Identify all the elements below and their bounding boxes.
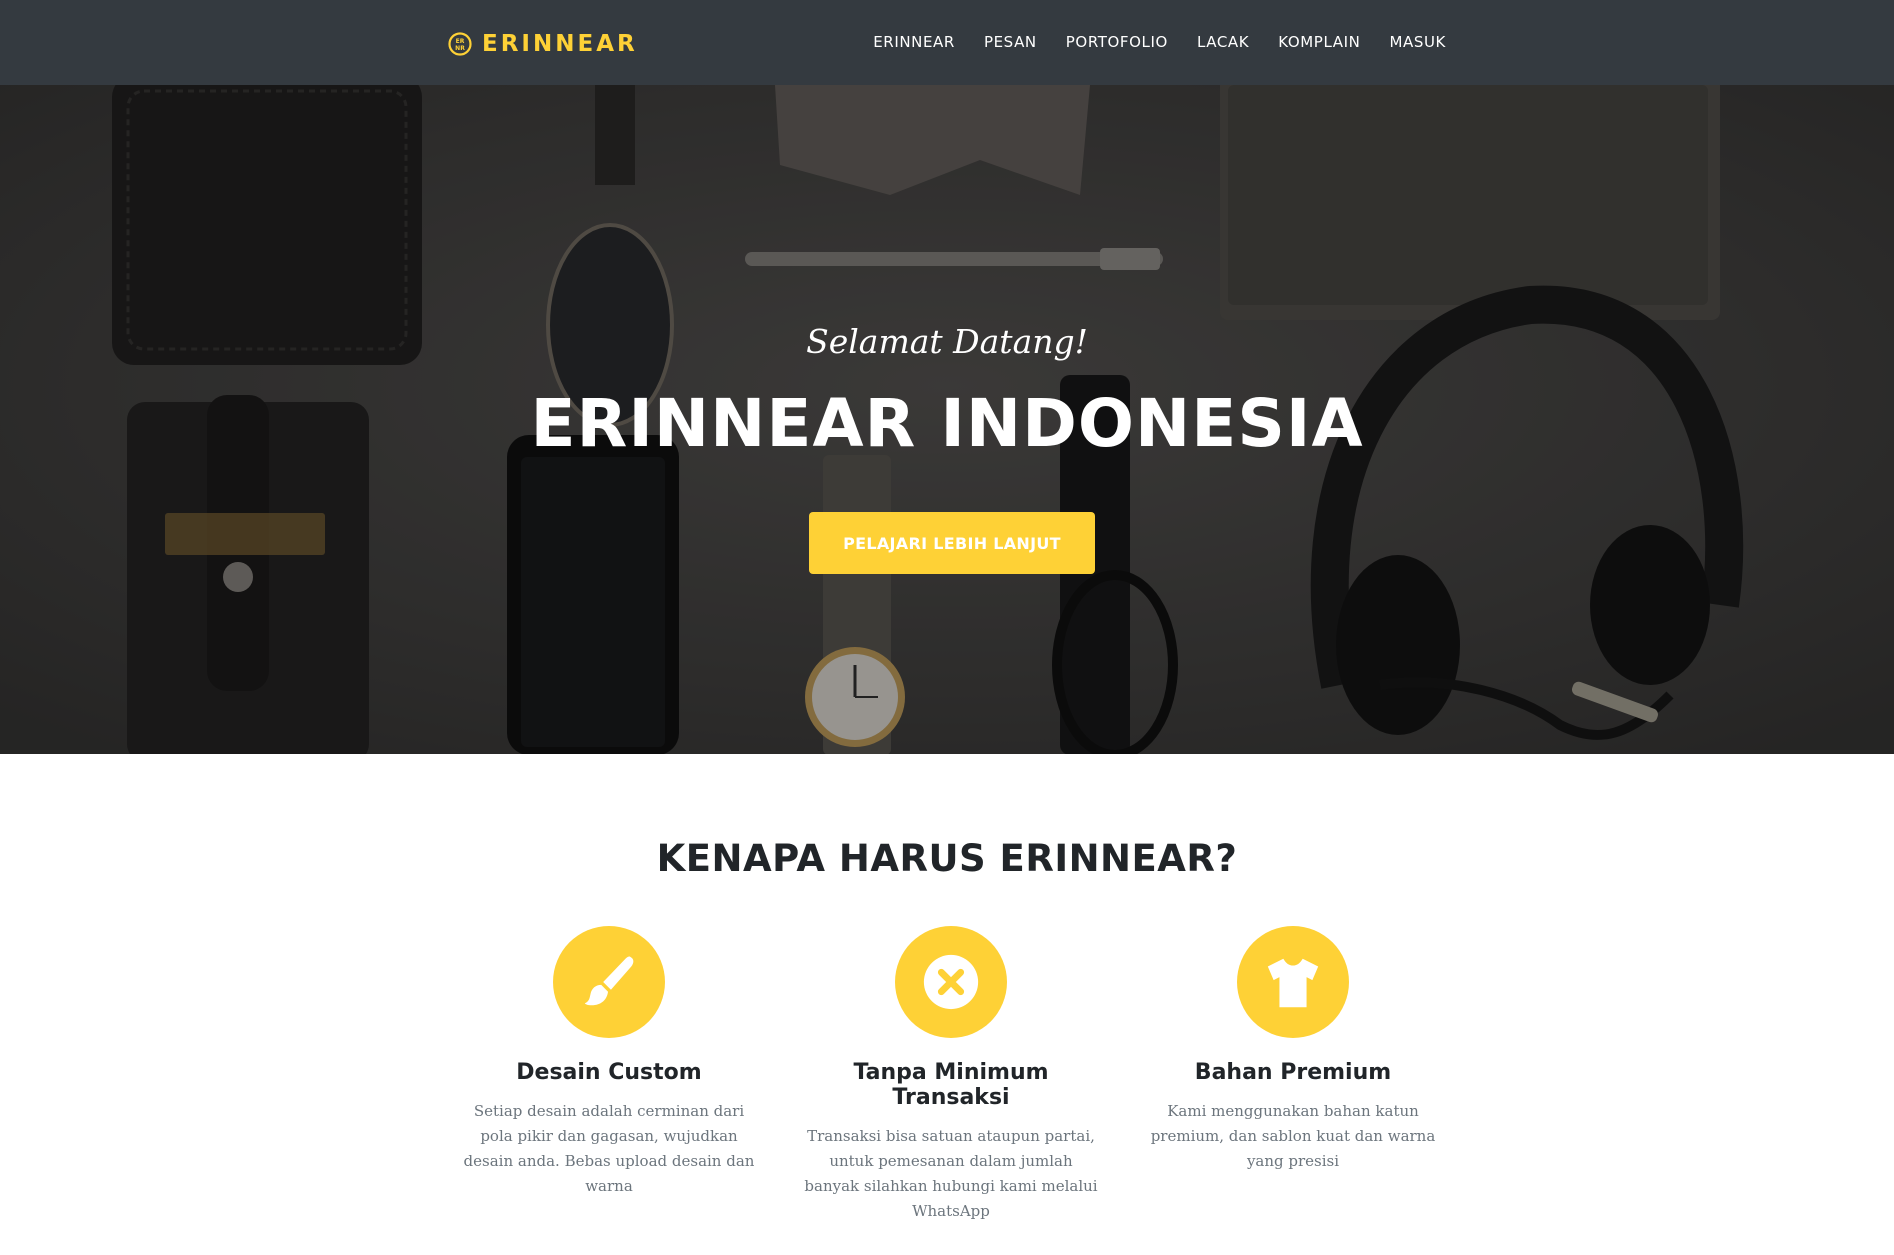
nav-link-komplain[interactable]: KOMPLAIN (1278, 33, 1360, 51)
t-shirt-icon (1267, 958, 1319, 1008)
feature-desain-custom: Desain Custom Setiap desain adalah cermi… (454, 926, 764, 1199)
brand-link[interactable]: ER NR ERINNEAR (448, 30, 638, 58)
nav-link-masuk[interactable]: MASUK (1389, 33, 1446, 51)
erinnear-logo-icon: ER NR (448, 32, 472, 56)
nav-link-lacak[interactable]: LACAK (1197, 33, 1249, 51)
nav-item-lacak: LACAK (1197, 33, 1249, 52)
nav-item-komplain: KOMPLAIN (1278, 33, 1360, 52)
nav-link-portofolio[interactable]: PORTOFOLIO (1066, 33, 1168, 51)
nav-item-portofolio: PORTOFOLIO (1066, 33, 1168, 52)
feature-description: Setiap desain adalah cerminan dari pola … (463, 1102, 755, 1195)
nav-menu: ERINNEAR PESAN PORTOFOLIO LACAK KOMPLAIN… (873, 0, 1446, 85)
feature-title: Bahan Premium (1194, 1060, 1392, 1085)
feature-title: Tanpa Minimum Transaksi (853, 1060, 1049, 1110)
nav-link-erinnear[interactable]: ERINNEAR (873, 33, 955, 51)
svg-text:ER: ER (456, 38, 465, 45)
times-circle-icon (923, 954, 979, 1010)
feature-bahan-premium: Bahan Premium Kami menggunakan bahan kat… (1138, 926, 1448, 1174)
nav-item-masuk: MASUK (1389, 33, 1446, 52)
hero-section: Selamat Datang! ERINNEAR INDONESIA PELAJ… (0, 85, 1894, 754)
feature-tanpa-minimum: Tanpa Minimum Transaksi Transaksi bisa s… (796, 926, 1106, 1224)
nav-item-erinnear: ERINNEAR (873, 33, 955, 52)
learn-more-button[interactable]: PELAJARI LEBIH LANJUT (809, 512, 1095, 574)
brand-name: ERINNEAR (482, 31, 638, 57)
feature-icon-circle (895, 926, 1007, 1038)
paint-brush-icon (584, 956, 634, 1006)
feature-description: Transaksi bisa satuan ataupun partai, un… (804, 1127, 1098, 1220)
hero-content: Selamat Datang! ERINNEAR INDONESIA PELAJ… (0, 85, 1894, 754)
navbar: ER NR ERINNEAR ERINNEAR PESAN PORTOFOLIO… (0, 0, 1894, 85)
hero-welcome-text: Selamat Datang! (806, 322, 1088, 361)
feature-icon-circle (553, 926, 665, 1038)
feature-description: Kami menggunakan bahan katun premium, da… (1150, 1102, 1436, 1170)
hero-title: ERINNEAR INDONESIA (530, 385, 1364, 462)
nav-link-pesan[interactable]: PESAN (984, 33, 1037, 51)
feature-icon-circle (1237, 926, 1349, 1038)
nav-item-pesan: PESAN (984, 33, 1037, 52)
features-heading: KENAPA HARUS ERINNEAR? (656, 837, 1238, 880)
svg-text:NR: NR (455, 45, 465, 52)
feature-title: Desain Custom (516, 1060, 702, 1085)
